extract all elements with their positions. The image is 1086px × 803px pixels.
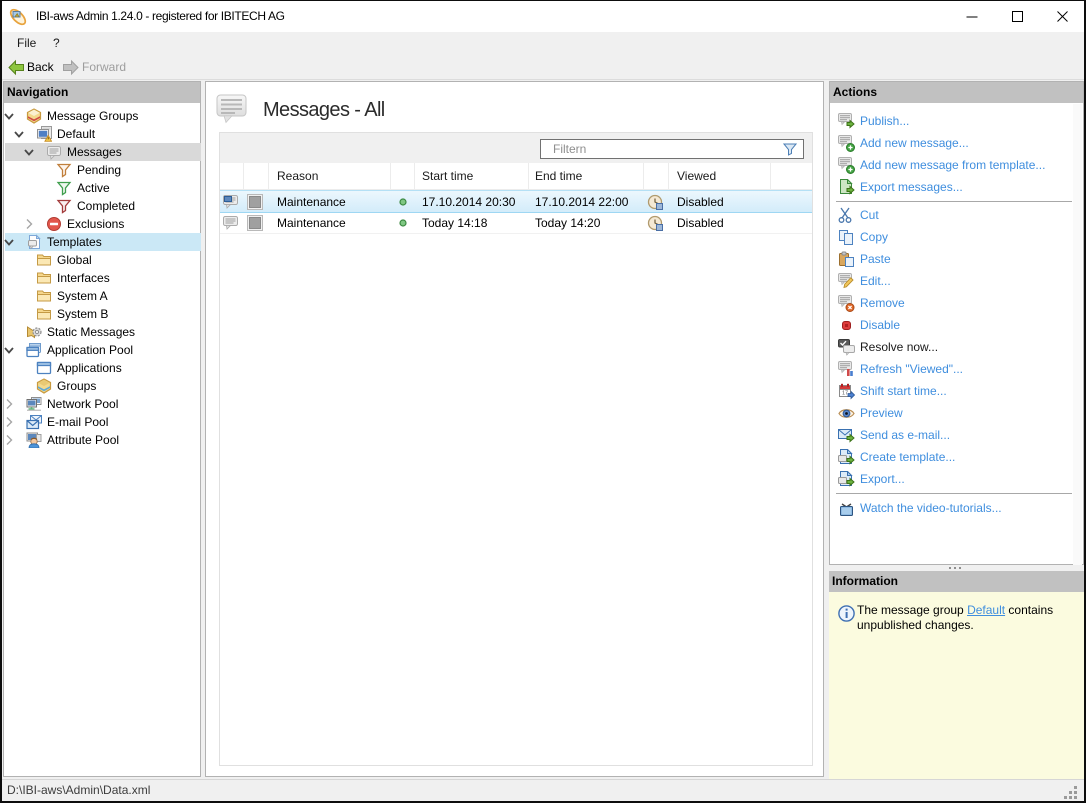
svg-text:17: 17 <box>842 391 848 397</box>
